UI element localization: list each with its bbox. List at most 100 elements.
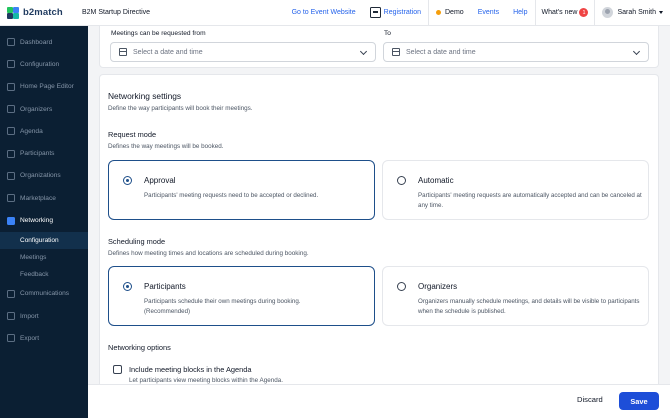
gear-icon	[7, 60, 15, 69]
option-title: Participants	[144, 282, 186, 291]
calendar-icon	[7, 127, 15, 136]
include-meeting-blocks-description: Let participants view meeting blocks wit…	[129, 377, 284, 384]
meetings-from-input[interactable]: Select a date and time	[110, 42, 376, 62]
scheduling-mode-organizers-option[interactable]: Organizers Organizers manually schedule …	[382, 266, 649, 326]
logo[interactable]: b2match	[0, 6, 80, 19]
main-content: Meetings can be requested from To Select…	[88, 26, 670, 384]
event-website-link[interactable]: Go to Event Website	[285, 0, 363, 26]
store-icon	[7, 194, 15, 203]
event-name: B2M Startup Directive	[82, 9, 151, 16]
request-mode-approval-option[interactable]: Approval Participants' meeting requests …	[108, 160, 375, 220]
save-button[interactable]: Save	[619, 392, 659, 410]
sidebar-item-label: Organizations	[20, 172, 61, 180]
export-icon	[7, 334, 15, 343]
option-title: Organizers	[418, 282, 458, 291]
top-bar: b2match B2M Startup Directive Go to Even…	[0, 0, 670, 26]
discard-button[interactable]: Discard	[577, 395, 603, 404]
scheduling-mode-subtitle: Defines how meeting times and locations …	[108, 250, 309, 257]
handshake-icon	[7, 216, 15, 225]
sidebar-item-home-page-editor[interactable]: Home Page Editor	[0, 76, 88, 98]
footer-bar: Discard Save	[88, 384, 670, 418]
person-icon	[7, 105, 15, 114]
notification-badge: 1	[579, 8, 589, 17]
people-icon	[7, 149, 15, 158]
sidebar-item-marketplace[interactable]: Marketplace	[0, 187, 88, 209]
sidebar-subitem-meetings[interactable]: Meetings	[0, 249, 88, 266]
whats-new-button[interactable]: What's new 1	[534, 0, 596, 26]
calendar-icon	[119, 48, 127, 56]
sidebar-item-label: Home Page Editor	[20, 83, 74, 91]
b2match-logo-icon	[7, 6, 19, 19]
option-description: Participants' meeting requests need to b…	[144, 192, 319, 199]
request-mode-subtitle: Defines the way meetings will be booked.	[108, 143, 224, 150]
radio-participants[interactable]	[123, 282, 132, 291]
sidebar-item-label: Marketplace	[20, 194, 56, 202]
sidebar-item-import[interactable]: Import	[0, 305, 88, 327]
networking-options-title: Networking options	[108, 343, 171, 352]
user-menu[interactable]: Sarah Smith	[595, 7, 670, 18]
sidebar-item-label: Dashboard	[20, 38, 53, 46]
top-actions: Go to Event Website Registration Demo Ev…	[285, 0, 670, 26]
sidebar-item-agenda[interactable]: Agenda	[0, 120, 88, 142]
sidebar-item-label: Participants	[20, 150, 55, 158]
building-icon	[7, 171, 15, 180]
sidebar-item-export[interactable]: Export	[0, 327, 88, 349]
sidebar-subitem-feedback[interactable]: Feedback	[0, 266, 88, 283]
demo-status-dot	[436, 10, 441, 15]
events-link[interactable]: Events	[471, 0, 506, 26]
demo-label: Demo	[445, 9, 464, 16]
sidebar-item-communications[interactable]: Communications	[0, 283, 88, 305]
include-meeting-blocks-label: Include meeting blocks in the Agenda	[129, 365, 252, 374]
meetings-to-label: To	[384, 30, 391, 37]
networking-settings-panel	[99, 74, 659, 384]
chevron-down-icon	[359, 47, 368, 56]
avatar	[602, 7, 614, 18]
option-description: Organizers manually schedule meetings, a…	[418, 298, 640, 315]
sidebar-item-dashboard[interactable]: Dashboard	[0, 31, 88, 53]
networking-settings-subtitle: Define the way participants will book th…	[108, 105, 253, 112]
sidebar-item-organizers[interactable]: Organizers	[0, 98, 88, 120]
option-description: Participants schedule their own meetings…	[144, 298, 301, 315]
include-meeting-blocks-checkbox[interactable]	[113, 365, 122, 374]
registration-label: Registration	[383, 9, 421, 16]
radio-organizers[interactable]	[397, 282, 406, 291]
meetings-to-input[interactable]: Select a date and time	[383, 42, 649, 62]
sidebar-subitem-configuration[interactable]: Configuration	[0, 231, 88, 249]
meetings-period-card: Meetings can be requested from To Select…	[99, 26, 659, 68]
meetings-from-label: Meetings can be requested from	[111, 30, 206, 37]
scheduling-mode-participants-option[interactable]: Participants Participants schedule their…	[108, 266, 375, 326]
radio-approval[interactable]	[123, 176, 132, 185]
page-icon	[7, 82, 15, 91]
chevron-down-icon	[659, 11, 663, 14]
scheduling-mode-title: Scheduling mode	[108, 237, 166, 246]
sidebar-item-label: Export	[20, 334, 40, 342]
sidebar-item-organizations[interactable]: Organizations	[0, 165, 88, 187]
sidebar-item-configuration[interactable]: Configuration	[0, 53, 88, 75]
request-mode-automatic-option[interactable]: Automatic Participants' meeting requests…	[382, 160, 649, 220]
sidebar-item-label: Communications	[20, 290, 70, 298]
radio-automatic[interactable]	[397, 176, 406, 185]
sidebar-item-participants[interactable]: Participants	[0, 142, 88, 164]
networking-settings-title: Networking settings	[108, 91, 182, 101]
option-title: Approval	[144, 176, 176, 185]
demo-link[interactable]: Demo	[428, 0, 471, 26]
registration-icon	[369, 7, 381, 18]
registration-link[interactable]: Registration	[363, 0, 428, 26]
whats-new-label: What's new	[541, 9, 578, 16]
sidebar-item-label: Configuration	[20, 60, 60, 68]
chat-icon	[7, 289, 15, 298]
user-name: Sarah Smith	[617, 9, 656, 16]
logo-text: b2match	[23, 7, 63, 18]
sidebar-item-label: Import	[20, 312, 39, 320]
dashboard-icon	[7, 38, 15, 47]
sidebar-item-label: Organizers	[20, 105, 53, 113]
meetings-to-placeholder: Select a date and time	[406, 48, 476, 56]
meetings-from-placeholder: Select a date and time	[133, 48, 203, 56]
chevron-down-icon	[632, 47, 641, 56]
sidebar-item-networking[interactable]: Networking	[0, 209, 88, 231]
help-link[interactable]: Help	[506, 0, 534, 26]
request-mode-title: Request mode	[108, 130, 157, 139]
option-title: Automatic	[418, 176, 454, 185]
sidebar-item-label: Agenda	[20, 127, 43, 135]
import-icon	[7, 312, 15, 321]
